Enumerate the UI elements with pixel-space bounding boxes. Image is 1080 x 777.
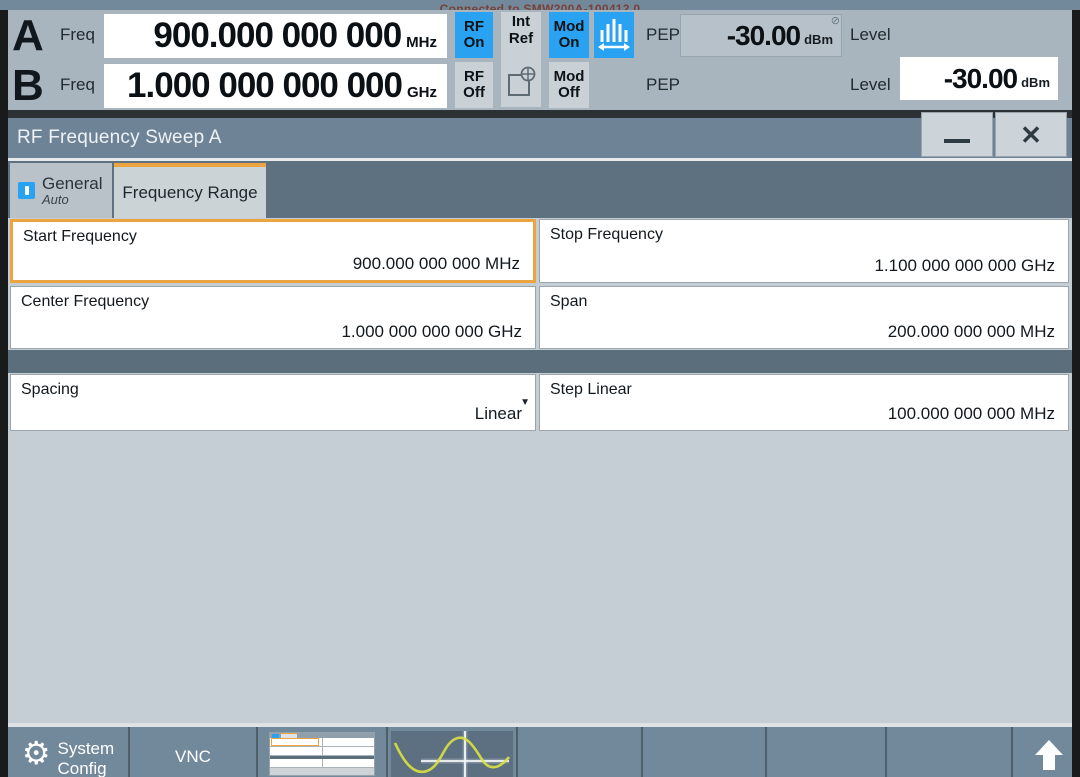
frequency-unit-b: GHz [407, 83, 437, 101]
system-config-button[interactable]: ⚙ System Config [8, 727, 130, 777]
center-frequency-value: 1.000 000 000 000 GHz [341, 322, 522, 341]
level-unit-a: dBm [1021, 75, 1050, 90]
tab-general-label: General [42, 173, 103, 193]
center-frequency-field[interactable]: Center Frequency 1.000 000 000 000 GHz [10, 286, 536, 349]
system-config-line2: Config [57, 758, 107, 777]
status-header: A Freq 900.000 000 000 MHz RF On Int Ref… [8, 10, 1072, 236]
taskbar-dialog-thumbnail[interactable] [258, 727, 388, 777]
tab-general[interactable]: General Auto [10, 163, 112, 218]
start-frequency-value: 900.000 000 000 MHz [352, 254, 520, 273]
step-linear-value: 100.000 000 000 MHz [887, 404, 1055, 423]
dialog-tabstrip: General Auto Frequency Range [8, 161, 1072, 218]
modulation-bars-icon[interactable] [594, 12, 634, 58]
dialog-content: Start Frequency 900.000 000 000 MHz Stop… [8, 218, 1072, 723]
taskbar-graph-thumbnail[interactable] [388, 727, 518, 777]
taskbar-empty-slot-3[interactable] [767, 727, 887, 777]
pep-display-a[interactable]: ⊘ -30.00 dBm [680, 14, 842, 57]
vnc-button[interactable]: VNC [130, 727, 258, 777]
level-label-b: Level [850, 75, 891, 94]
stop-frequency-label: Stop Frequency [550, 226, 663, 243]
dialog-title: RF Frequency Sweep A [17, 127, 222, 148]
general-state-icon [18, 182, 35, 199]
step-linear-field[interactable]: Step Linear 100.000 000 000 MHz [539, 374, 1069, 431]
int-ref-cell[interactable]: Int Ref [501, 12, 541, 107]
screen-left-edge [0, 10, 8, 777]
freq-label-b: Freq [60, 75, 95, 94]
mod-toggle-a[interactable]: Mod On [549, 12, 589, 58]
taskbar-empty-slot-4[interactable] [887, 727, 1013, 777]
center-frequency-label: Center Frequency [21, 293, 150, 310]
rf-toggle-a[interactable]: RF On [455, 12, 493, 58]
spacing-dropdown[interactable]: Spacing Linear ▼ [10, 374, 536, 431]
close-icon: ✕ [1020, 119, 1042, 150]
minimize-button[interactable] [921, 112, 993, 157]
spacing-label: Spacing [21, 381, 79, 398]
graph-preview-image [391, 730, 513, 777]
span-value: 200.000 000 000 MHz [887, 322, 1055, 341]
span-field[interactable]: Span 200.000 000 000 MHz [539, 286, 1069, 349]
step-linear-label: Step Linear [550, 381, 632, 398]
frequency-value-a: 900.000 000 000 [153, 16, 402, 55]
tab-frequency-range-label: Frequency Range [122, 182, 258, 202]
int-ref-label: Int Ref [508, 13, 534, 47]
home-icon [1034, 740, 1063, 770]
start-frequency-field[interactable]: Start Frequency 900.000 000 000 MHz [10, 219, 536, 283]
home-button[interactable] [1013, 727, 1072, 777]
close-button[interactable]: ✕ [995, 112, 1067, 157]
level-value-a: -30.00 [943, 62, 1018, 94]
connection-banner-text: Connected to SMW200A-100412.0 [439, 2, 641, 10]
vnc-label: VNC [175, 747, 211, 766]
gear-icon: ⚙ [21, 735, 51, 771]
connection-banner: Connected to SMW200A-100412.0 [0, 0, 1080, 10]
instrument-screen: Connected to SMW200A-100412.0 A Freq 900… [0, 0, 1080, 777]
dialog-preview-image [269, 732, 375, 776]
pep-unit-a: dBm [804, 32, 833, 47]
rf-toggle-b[interactable]: RF Off [455, 62, 493, 108]
dialog-titlebar[interactable]: RF Frequency Sweep A ✕ [8, 112, 1072, 158]
frequency-value-b: 1.000 000 000 000 [127, 66, 403, 105]
channel-b-label: B [12, 61, 44, 110]
frequency-unit-a: MHz [406, 33, 437, 51]
pep-label-b: PEP [646, 75, 681, 94]
screen-right-edge [1072, 10, 1080, 777]
frequency-display-a[interactable]: 900.000 000 000 MHz [104, 14, 447, 58]
stop-frequency-value: 1.100 000 000 000 GHz [874, 256, 1055, 275]
system-config-line1: System [57, 739, 115, 758]
taskbar-empty-slot-1[interactable] [518, 727, 643, 777]
section-separator [8, 350, 1072, 373]
freq-label-a: Freq [60, 25, 95, 44]
frequency-display-b[interactable]: 1.000 000 000 000 GHz [104, 64, 447, 108]
pep-value-a: -30.00 [726, 19, 801, 51]
rf-frequency-sweep-dialog: RF Frequency Sweep A ✕ General Auto Freq… [8, 112, 1072, 727]
tab-frequency-range[interactable]: Frequency Range [114, 163, 266, 218]
stop-frequency-field[interactable]: Stop Frequency 1.100 000 000 000 GHz [539, 219, 1069, 283]
taskbar-empty-slot-2[interactable] [643, 727, 767, 777]
pep-label-a: PEP [646, 25, 681, 44]
minimize-icon [944, 138, 970, 143]
dropdown-arrow-icon: ▼ [520, 397, 530, 408]
mod-toggle-b[interactable]: Mod Off [549, 62, 589, 108]
start-frequency-label: Start Frequency [23, 228, 137, 245]
channel-a-label: A [12, 11, 44, 60]
level-label-a: Level [850, 25, 891, 44]
spacing-value: Linear [474, 404, 522, 423]
pep-disabled-icon: ⊘ [830, 15, 840, 27]
tab-general-sublabel: Auto [42, 191, 69, 207]
span-label: Span [550, 293, 588, 310]
taskbar: ⚙ System Config VNC [8, 727, 1072, 777]
reference-oscillator-icon [506, 65, 536, 104]
level-display-a[interactable]: -30.00 dBm [900, 57, 1058, 100]
dialog-top-shadow [8, 110, 1072, 118]
